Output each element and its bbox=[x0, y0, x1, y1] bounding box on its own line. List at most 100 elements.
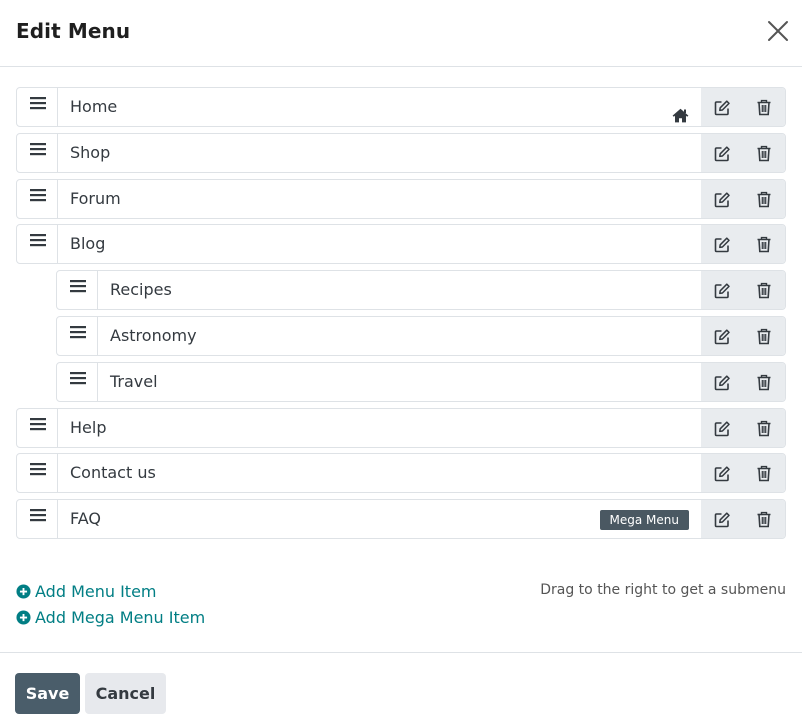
edit-button[interactable] bbox=[701, 88, 743, 126]
drag-handle-icon bbox=[30, 509, 46, 522]
menu-item-text: Shop bbox=[70, 143, 111, 162]
edit-button[interactable] bbox=[701, 409, 743, 447]
menu-item-row[interactable]: Help bbox=[16, 408, 786, 448]
home-indicator bbox=[672, 99, 689, 126]
edit-icon bbox=[714, 146, 730, 162]
drag-handle[interactable] bbox=[17, 500, 58, 538]
edit-icon bbox=[714, 283, 730, 299]
edit-icon bbox=[714, 375, 730, 391]
drag-handle[interactable] bbox=[17, 134, 58, 172]
trash-icon bbox=[757, 236, 771, 253]
menu-item-row[interactable]: Contact us bbox=[16, 453, 786, 493]
menu-item-row[interactable]: Forum bbox=[16, 179, 786, 219]
drag-handle[interactable] bbox=[57, 271, 98, 309]
close-button[interactable] bbox=[764, 17, 792, 45]
menu-item-actions bbox=[701, 317, 785, 355]
menu-item-label: Help bbox=[58, 409, 701, 447]
menu-item-text: Travel bbox=[110, 372, 158, 391]
submenu-hint: Drag to the right to get a submenu bbox=[540, 582, 786, 598]
delete-button[interactable] bbox=[743, 317, 785, 355]
add-menu-item-link[interactable]: Add Menu Item bbox=[16, 582, 157, 601]
delete-button[interactable] bbox=[743, 271, 785, 309]
cancel-button[interactable]: Cancel bbox=[85, 673, 166, 714]
edit-button[interactable] bbox=[701, 180, 743, 218]
drag-handle-icon bbox=[30, 97, 46, 110]
drag-handle-icon bbox=[70, 372, 86, 385]
delete-button[interactable] bbox=[743, 363, 785, 401]
edit-button[interactable] bbox=[701, 271, 743, 309]
drag-handle[interactable] bbox=[17, 225, 58, 263]
plus-circle-icon bbox=[16, 610, 31, 625]
trash-icon bbox=[757, 511, 771, 528]
menu-item-row[interactable]: Travel bbox=[56, 362, 786, 402]
menu-item-actions bbox=[701, 180, 785, 218]
menu-item-text: Forum bbox=[70, 189, 121, 208]
drag-handle[interactable] bbox=[57, 363, 98, 401]
delete-button[interactable] bbox=[743, 500, 785, 538]
drag-handle-icon bbox=[70, 280, 86, 293]
edit-button[interactable] bbox=[701, 363, 743, 401]
add-menu-item-label: Add Menu Item bbox=[35, 582, 157, 601]
edit-button[interactable] bbox=[701, 454, 743, 492]
menu-item-label: Shop bbox=[58, 134, 701, 172]
trash-icon bbox=[757, 145, 771, 162]
edit-button[interactable] bbox=[701, 500, 743, 538]
delete-button[interactable] bbox=[743, 134, 785, 172]
trash-icon bbox=[757, 191, 771, 208]
delete-button[interactable] bbox=[743, 88, 785, 126]
drag-handle-icon bbox=[30, 234, 46, 247]
menu-item-actions bbox=[701, 271, 785, 309]
add-mega-menu-item-label: Add Mega Menu Item bbox=[35, 608, 206, 627]
menu-item-text: Contact us bbox=[70, 463, 156, 482]
menu-item-row[interactable]: Astronomy bbox=[56, 316, 786, 356]
menu-item-label: Contact us bbox=[58, 454, 701, 492]
trash-icon bbox=[757, 465, 771, 482]
edit-icon bbox=[714, 237, 730, 253]
edit-icon bbox=[714, 192, 730, 208]
menu-item-actions bbox=[701, 363, 785, 401]
drag-handle[interactable] bbox=[57, 317, 98, 355]
drag-handle-icon bbox=[30, 418, 46, 431]
menu-item-row[interactable]: Blog bbox=[16, 224, 786, 264]
dialog-footer: Save Cancel bbox=[0, 652, 802, 719]
trash-icon bbox=[757, 374, 771, 391]
drag-handle-icon bbox=[70, 326, 86, 339]
trash-icon bbox=[757, 282, 771, 299]
drag-handle[interactable] bbox=[17, 454, 58, 492]
menu-item-label: FAQ Mega Menu bbox=[58, 500, 701, 538]
delete-button[interactable] bbox=[743, 454, 785, 492]
menu-item-actions bbox=[701, 500, 785, 538]
edit-button[interactable] bbox=[701, 134, 743, 172]
add-mega-menu-item-link[interactable]: Add Mega Menu Item bbox=[16, 608, 205, 627]
menu-item-text: Blog bbox=[70, 234, 106, 253]
delete-button[interactable] bbox=[743, 409, 785, 447]
menu-item-label: Blog bbox=[58, 225, 701, 263]
edit-button[interactable] bbox=[701, 317, 743, 355]
menu-item-label: Home bbox=[58, 88, 701, 126]
save-button[interactable]: Save bbox=[15, 673, 80, 714]
edit-button[interactable] bbox=[701, 225, 743, 263]
drag-handle[interactable] bbox=[17, 88, 58, 126]
menu-item-row[interactable]: FAQ Mega Menu bbox=[16, 499, 786, 539]
drag-handle[interactable] bbox=[17, 180, 58, 218]
menu-item-text: FAQ bbox=[70, 509, 101, 528]
menu-item-row[interactable]: Shop bbox=[16, 133, 786, 173]
menu-item-label: Recipes bbox=[98, 271, 701, 309]
menu-item-label: Astronomy bbox=[98, 317, 701, 355]
delete-button[interactable] bbox=[743, 180, 785, 218]
edit-icon bbox=[714, 466, 730, 482]
menu-item-text: Astronomy bbox=[110, 326, 197, 345]
drag-handle[interactable] bbox=[17, 409, 58, 447]
trash-icon bbox=[757, 99, 771, 116]
drag-handle-icon bbox=[30, 463, 46, 476]
drag-handle-icon bbox=[30, 189, 46, 202]
menu-item-text: Home bbox=[70, 97, 118, 116]
dialog-title: Edit Menu bbox=[16, 19, 131, 43]
menu-item-actions bbox=[701, 88, 785, 126]
menu-item-text: Recipes bbox=[110, 280, 172, 299]
delete-button[interactable] bbox=[743, 225, 785, 263]
menu-item-row[interactable]: Home bbox=[16, 87, 786, 127]
trash-icon bbox=[757, 328, 771, 345]
menu-item-row[interactable]: Recipes bbox=[56, 270, 786, 310]
menu-item-label: Forum bbox=[58, 180, 701, 218]
